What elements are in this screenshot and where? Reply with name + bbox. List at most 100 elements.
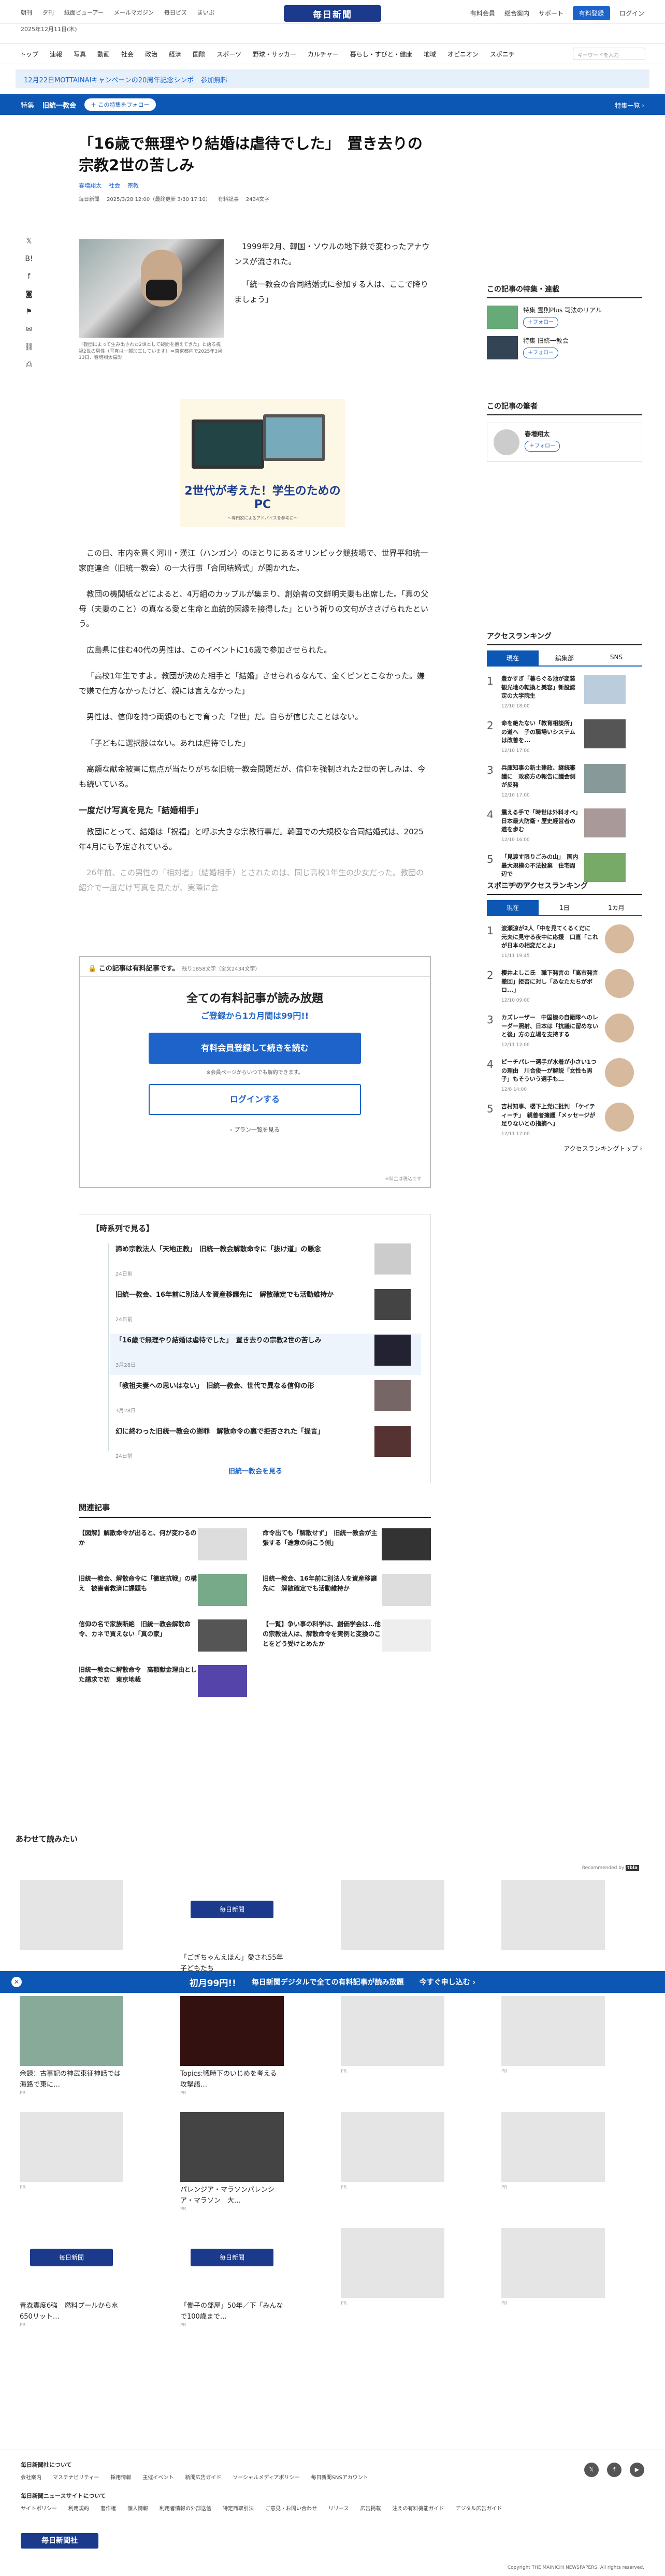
facebook-icon[interactable]: f xyxy=(28,272,31,281)
footer-link[interactable]: ソーシャルメディアポリシー xyxy=(233,2473,299,2481)
footer-link[interactable]: 新聞広告ガイド xyxy=(185,2473,221,2481)
link-guide[interactable]: 総合案内 xyxy=(504,9,529,18)
footer-link[interactable]: 主催イベント xyxy=(142,2473,174,2481)
related-item[interactable]: 信仰の名で家族断絶 旧統一教会解散命令、カネで買えない「真の家」 xyxy=(79,1619,247,1652)
ranking-item[interactable]: 4 震える手で「時世は外科オペ」 日本最大防衛・歴史経営者の道を歩む 12/10 1… xyxy=(487,808,642,845)
campaign-banner[interactable]: 12月22日MOTTAINAIキャンペーンの20周年記念シンポ 参加無料 xyxy=(16,69,649,88)
close-icon[interactable]: ✕ xyxy=(11,1977,22,1987)
nav-item[interactable]: スポニチ xyxy=(490,50,515,59)
nav-item[interactable]: 地域 xyxy=(424,50,436,59)
youtube-icon[interactable]: ▶ xyxy=(630,2463,644,2477)
utility-link-yukan[interactable]: 夕刊 xyxy=(42,8,54,17)
footer-link[interactable]: 利用規約 xyxy=(68,2504,89,2512)
nav-item[interactable]: 政治 xyxy=(145,50,157,59)
ranking-item[interactable]: 2 櫻井よしこ氏 職下発言の「高市発言撤回」拒否に対し「あなたたちがボロ...」 1… xyxy=(487,969,642,1005)
footer-link[interactable]: 注えの有料機能ガイド xyxy=(393,2504,444,2512)
tab-1day[interactable]: 1日 xyxy=(539,900,590,915)
related-item[interactable]: 旧統一教会に解散命令 高額献金理由とした請求で初 東京地裁 xyxy=(79,1665,247,1697)
sticky-cta[interactable]: 今すぐ申し込む › xyxy=(420,1977,476,1987)
nav-item[interactable]: スポーツ xyxy=(216,50,241,59)
rec-card[interactable]: Topics:戦時下のいじめを考える 攻撃語… PR xyxy=(180,1996,284,2100)
tab-editorial[interactable]: 編集部 xyxy=(539,650,590,665)
ranking-item[interactable]: 3 兵庫知事の新土建政、継続審議に 政務方の報告に議会側が反発 12/10 17:0… xyxy=(487,764,642,800)
rec-card[interactable]: PR xyxy=(501,1996,605,2100)
timeline-more-link[interactable]: 旧統一教会を見る xyxy=(79,1466,431,1475)
related-item[interactable]: 旧統一教会、解散命令に「徹底抗戦」の構え 被害者救済に課題も xyxy=(79,1574,247,1606)
footer-link[interactable]: ご意見・お問い合わせ xyxy=(265,2504,317,2512)
register-button[interactable]: 有料登録 xyxy=(572,6,610,20)
related-item[interactable]: 【図解】解散命令が出ると、何が変わるのか xyxy=(79,1528,247,1560)
footer-link[interactable]: 毎日新聞SNSアカウント xyxy=(311,2473,368,2481)
timeline-item[interactable]: 「教祖夫妻への思いはない」 旧統一教会、世代で異なる信仰の形 3月28日 xyxy=(110,1379,421,1421)
nav-item[interactable]: 写真 xyxy=(74,50,86,59)
sticky-subscribe-bar[interactable]: ✕ 初月99円!! 毎日新聞デジタルで全ての有料記事が読み放題 今すぐ申し込む … xyxy=(0,1971,665,1993)
follow-button[interactable]: ＋フォロー xyxy=(523,317,558,328)
rec-card[interactable]: PR xyxy=(341,1996,444,2100)
site-logo[interactable]: 毎日新聞 xyxy=(284,5,381,22)
topic-link[interactable]: 宗教 xyxy=(127,181,139,190)
footer-link[interactable]: 会社案内 xyxy=(21,2473,41,2481)
author-card[interactable]: 春増翔太 ＋フォロー xyxy=(487,423,642,462)
bookmark-icon[interactable]: ⚑ xyxy=(26,308,33,316)
nav-item[interactable]: オピニオン xyxy=(447,50,479,59)
timeline-item[interactable]: 旧統一教会、16年前に別法人を資産移譲先に 解散確定でも活動維持か 24日前 xyxy=(110,1288,421,1329)
footer-link[interactable]: サイトポリシー xyxy=(21,2504,57,2512)
ranking-item[interactable]: 4 ピーチパレー選手が水着が小さい1つの理由 川合俊一が解説「女性も男子」もそうい… xyxy=(487,1058,642,1094)
related-item[interactable]: 命令出ても「解散せず」 旧統一教会が主張する「途意の向こう側」 xyxy=(263,1528,431,1560)
login-button[interactable]: ログインする xyxy=(149,1084,361,1115)
x-icon[interactable]: 𝕏 xyxy=(584,2463,599,2477)
utility-link-biz[interactable]: 毎日ビズ xyxy=(164,8,187,17)
nav-item[interactable]: 暮らし・すびと・健康 xyxy=(350,50,412,59)
x-icon[interactable]: 𝕏 xyxy=(26,237,32,245)
rec-card[interactable]: PR xyxy=(501,2112,605,2216)
login-link[interactable]: ログイン xyxy=(619,9,644,18)
article-photo[interactable] xyxy=(79,239,224,338)
feature-list-link[interactable]: 特集一覧 › xyxy=(615,101,644,110)
author-link[interactable]: 春増翔太 xyxy=(79,181,102,190)
footer-link[interactable]: リリース xyxy=(328,2504,349,2512)
follow-feature-button[interactable]: ＋ この特集をフォロー xyxy=(84,98,156,111)
footer-link[interactable]: 著作権 xyxy=(100,2504,116,2512)
nav-item[interactable]: トップ xyxy=(20,50,38,59)
footer-link[interactable]: 広告掲載 xyxy=(360,2504,381,2512)
facebook-icon[interactable]: f xyxy=(607,2463,621,2477)
follow-button[interactable]: ＋フォロー xyxy=(525,441,560,452)
related-item[interactable]: 旧統一教会、16年前に別法人を資産移譲先に 解散確定でも活動維持か xyxy=(263,1574,431,1606)
ranking-item[interactable]: 1 波瀬涼が2人「中を見てくるくだに 元夫に見守る夜中に応援 口直「これが日本の相… xyxy=(487,924,642,961)
mail-icon[interactable]: ✉ xyxy=(26,325,32,334)
ranking-item[interactable]: 1 豊かすぎ「暮らぐる池が変装 観光地の転換と美容」新設認定の大学院生 12/10 … xyxy=(487,675,642,711)
search-input[interactable]: キーワードを入力 xyxy=(573,48,645,60)
nav-item[interactable]: 社会 xyxy=(121,50,134,59)
rec-card[interactable]: パレンジア・マラソンパレンシア・マラソン 大… PR xyxy=(180,2112,284,2216)
print-icon[interactable]: ⎙ xyxy=(26,360,32,369)
nav-item[interactable]: カルチャー xyxy=(308,50,339,59)
line-icon[interactable]: ◙ xyxy=(25,290,33,298)
link-paid-member[interactable]: 有料会員 xyxy=(470,9,495,18)
footer-link[interactable]: デジタル広告ガイド xyxy=(456,2504,502,2512)
follow-button[interactable]: ＋フォロー xyxy=(523,348,558,358)
rec-card[interactable]: 毎日新聞 「ごぎちゃんえほん」愛され55年 子どもたち xyxy=(180,1880,290,1984)
rec-card[interactable]: PR xyxy=(20,2112,123,2216)
footer-link[interactable]: 特定商取引法 xyxy=(223,2504,254,2512)
footer-link[interactable]: マステナビリティー xyxy=(53,2473,99,2481)
ranking-top-link[interactable]: アクセスランキングトップ › xyxy=(487,1144,642,1153)
rec-card[interactable]: PR xyxy=(341,2228,444,2332)
utility-link-maipu[interactable]: まいぷ xyxy=(197,8,214,17)
inline-ad[interactable]: 2世代が考えた！学生のためのPC 〜専門家によるアドバイスを参考に〜 xyxy=(180,399,345,527)
footer-link[interactable]: 採用情報 xyxy=(110,2473,131,2481)
special-title[interactable]: 旧統一教会 xyxy=(42,100,76,110)
nav-item[interactable]: 野球・サッカー xyxy=(253,50,296,59)
rec-card[interactable]: 余録：古事記の神武東征神話では海路で東に… PR xyxy=(20,1996,123,2100)
ranking-item[interactable]: 3 カズレーザー 中国機の自衛隊へのレーダー照射、日本は「抗議に留めないと後」方の… xyxy=(487,1014,642,1050)
topic-link[interactable]: 社会 xyxy=(109,181,120,190)
rec-card[interactable] xyxy=(20,1880,123,1984)
footer-logo[interactable]: 毎日新聞社 xyxy=(21,2533,98,2549)
ranking-item[interactable]: 5 吉村知事、櫻下上党に批判 「ケイティーチ」 親善者擁護「メッセージが足りないと… xyxy=(487,1103,642,1139)
link-support[interactable]: サポート xyxy=(539,9,563,18)
series-item[interactable]: 特集 旧統一教会 ＋フォロー xyxy=(487,336,642,359)
nav-item[interactable]: 国際 xyxy=(193,50,205,59)
rec-card[interactable] xyxy=(501,1880,605,1984)
hatena-icon[interactable]: B! xyxy=(25,255,33,263)
tab-1month[interactable]: 1カ月 xyxy=(590,900,642,915)
footer-link[interactable]: 個人情報 xyxy=(127,2504,148,2512)
